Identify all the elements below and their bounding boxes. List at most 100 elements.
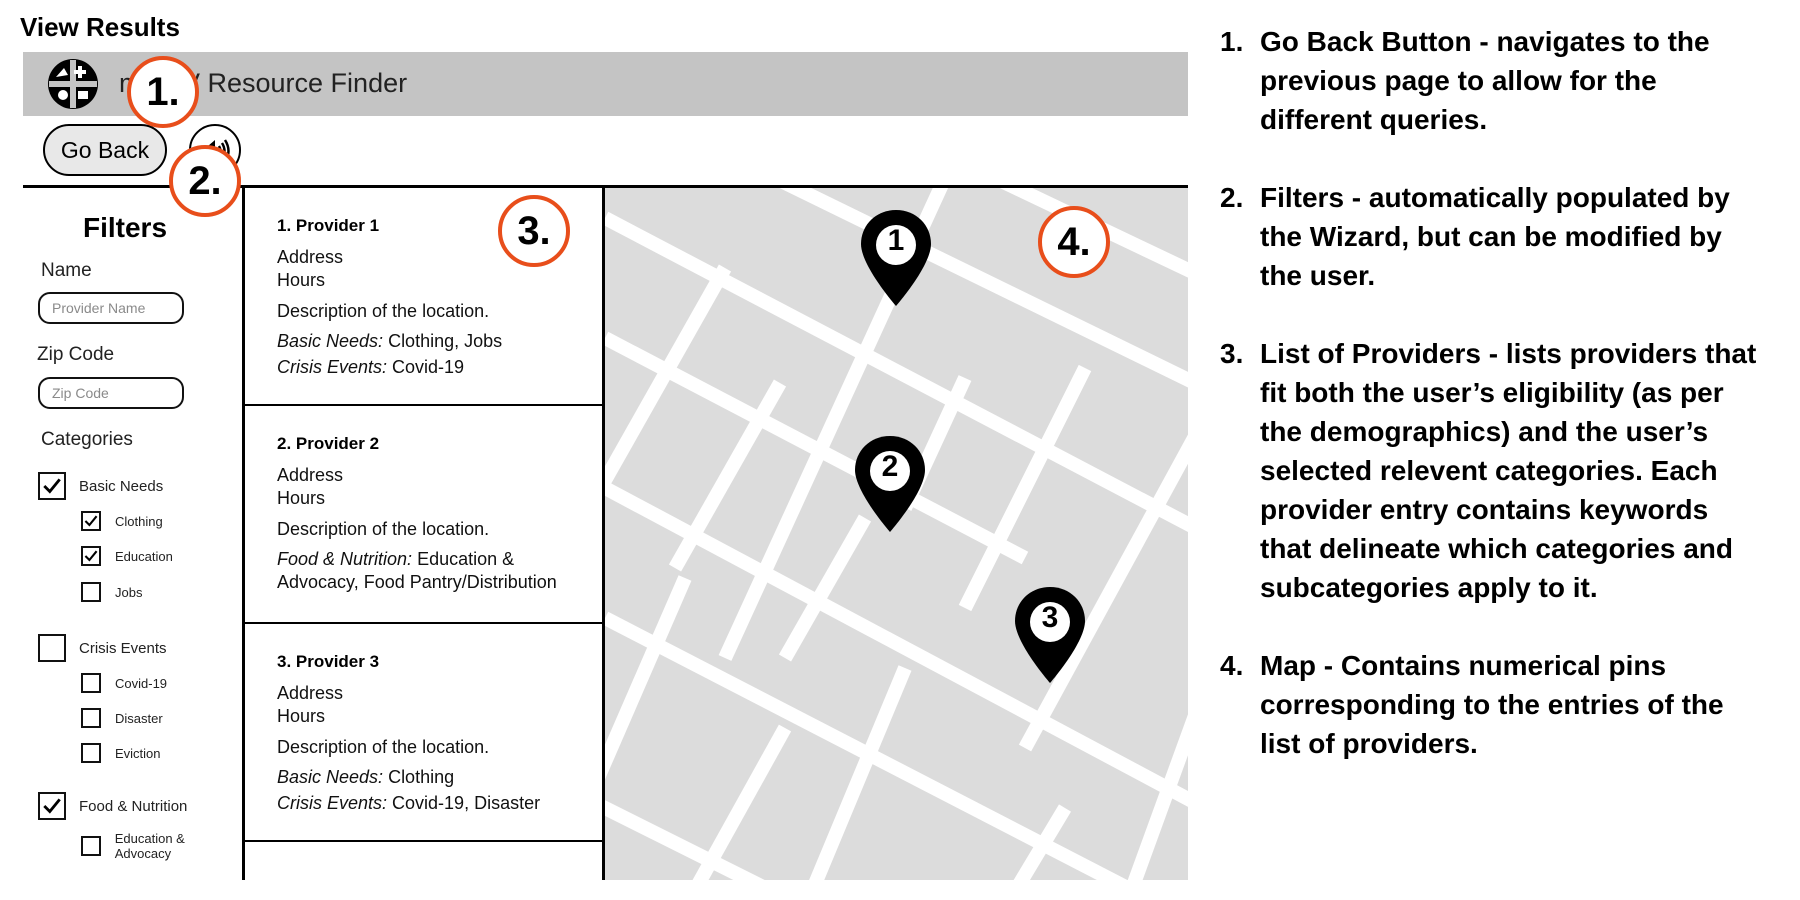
map-pin-3[interactable]: 3 — [1015, 587, 1085, 688]
checkbox-label: Eviction — [115, 745, 161, 761]
provider-tags-line: Food & Nutrition: Education & — [277, 549, 514, 570]
annotation-item: 3. List of Providers - lists providers t… — [1220, 334, 1790, 607]
callout-3: 3. — [498, 195, 570, 267]
annotation-item: 1. Go Back Button - navigates to the pre… — [1220, 22, 1790, 139]
checkmark-icon — [83, 513, 99, 529]
provider-address: Address — [277, 683, 344, 703]
tag-values: Covid-19, Disaster — [387, 793, 541, 813]
checkbox-label: Clothing — [115, 513, 163, 529]
checkbox-label: Education — [115, 548, 173, 564]
filters-title: Filters — [83, 212, 168, 243]
subcategory-clothing[interactable]: Clothing — [81, 511, 163, 531]
checkbox-label: Education & Advocacy — [114, 831, 185, 861]
callout-1: 1. — [127, 56, 199, 128]
pin-number: 3 — [1041, 601, 1059, 634]
tag-values: Covid-19 — [387, 357, 465, 377]
provider-address: Address — [277, 465, 344, 485]
checkbox[interactable] — [81, 836, 101, 856]
provider-entry-2[interactable]: 2. Provider 2 Address Hours Description … — [245, 406, 602, 624]
name-label: Name — [41, 260, 92, 281]
annotation-item: 4. Map - Contains numerical pins corresp… — [1220, 646, 1790, 763]
zip-code-input[interactable] — [38, 377, 184, 409]
logo-icon — [47, 58, 99, 110]
checkbox[interactable] — [81, 546, 101, 566]
provider-tags-line: Basic Needs: Clothing, Jobs — [277, 331, 502, 352]
tag-category: Basic Needs: — [277, 767, 384, 787]
app-mockup: myHIV Resource Finder Go Back Filters Na… — [23, 52, 1188, 880]
checkbox[interactable] — [38, 472, 66, 500]
provider-name: 2. Provider 2 — [277, 434, 380, 453]
checkbox[interactable] — [81, 582, 101, 602]
subcategory-education[interactable]: Education — [81, 546, 173, 566]
tag-category: Crisis Events: — [277, 357, 388, 377]
provider-entry-3[interactable]: 3. Provider 3 Address Hours Description … — [245, 624, 602, 842]
category-basic-needs[interactable]: Basic Needs — [38, 472, 163, 500]
category-food-nutrition[interactable]: Food & Nutrition — [38, 792, 187, 820]
provider-tags-line: Advocacy, Food Pantry/Distribution — [277, 572, 557, 593]
checkbox-label: Disaster — [115, 710, 163, 726]
provider-name-input[interactable] — [38, 292, 184, 324]
subcategory-education-advocacy[interactable]: Education & Advocacy — [81, 831, 242, 861]
checkbox[interactable] — [81, 673, 101, 693]
map-pin-2[interactable]: 2 — [855, 436, 925, 537]
annotation-number: 3. — [1220, 338, 1244, 369]
provider-name: 3. Provider 3 — [277, 652, 380, 671]
annotation-number: 4. — [1220, 650, 1244, 681]
provider-name: 1. Provider 1 — [277, 216, 380, 235]
pin-number: 1 — [887, 224, 905, 257]
go-back-button[interactable]: Go Back — [43, 124, 167, 176]
categories-label: Categories — [41, 429, 133, 450]
subcategory-jobs[interactable]: Jobs — [81, 582, 142, 602]
provider-description: Description of the location. — [277, 301, 490, 321]
map-pin-1[interactable]: 1 — [861, 210, 931, 311]
checkbox[interactable] — [81, 743, 101, 763]
provider-tags-line: Crisis Events: Covid-19, Disaster — [277, 793, 540, 814]
annotation-text: Filters - automatically populated by the… — [1260, 182, 1730, 291]
provider-address: Address — [277, 247, 344, 267]
annotation-item: 2. Filters - automatically populated by … — [1220, 178, 1790, 295]
checkmark-icon — [41, 795, 63, 817]
annotation-text: List of Providers - lists providers that… — [1260, 338, 1757, 603]
checkbox[interactable] — [38, 792, 66, 820]
tag-values: Education & — [412, 549, 515, 569]
tag-values: Clothing — [383, 767, 455, 787]
callout-2: 2. — [169, 145, 241, 217]
checkbox-label: Food & Nutrition — [79, 797, 188, 815]
annotation-text: Map - Contains numerical pins correspond… — [1260, 650, 1724, 759]
page-heading: View Results — [20, 12, 180, 42]
tag-category: Basic Needs: — [277, 331, 384, 351]
pin-number: 2 — [881, 450, 899, 483]
annotation-text: Go Back Button - navigates to the previo… — [1260, 26, 1710, 135]
checkbox[interactable] — [81, 708, 101, 728]
tag-values: Clothing, Jobs — [383, 331, 503, 351]
tag-category: Food & Nutrition: — [277, 549, 413, 569]
annotation-number: 1. — [1220, 26, 1244, 57]
provider-description: Description of the location. — [277, 737, 490, 757]
zip-code-label: Zip Code — [37, 344, 115, 365]
provider-hours: Hours — [277, 706, 326, 726]
checkmark-icon — [41, 475, 63, 497]
subcategory-eviction[interactable]: Eviction — [81, 743, 161, 763]
tag-category: Crisis Events: — [277, 793, 388, 813]
checkbox-label: Covid-19 — [115, 675, 168, 691]
provider-hours: Hours — [277, 270, 326, 290]
subcategory-disaster[interactable]: Disaster — [81, 708, 163, 728]
checkbox-label: Jobs — [115, 584, 143, 600]
provider-description: Description of the location. — [277, 519, 490, 539]
checkbox[interactable] — [81, 511, 101, 531]
checkbox-label: Crisis Events — [79, 639, 167, 657]
subcategory-covid-19[interactable]: Covid-19 — [81, 673, 167, 693]
checkbox[interactable] — [38, 634, 66, 662]
annotation-number: 2. — [1220, 182, 1244, 213]
annotation-list: 1. Go Back Button - navigates to the pre… — [1220, 22, 1790, 802]
category-crisis-events[interactable]: Crisis Events — [38, 634, 167, 662]
provider-hours: Hours — [277, 488, 326, 508]
checkmark-icon — [83, 548, 99, 564]
tag-values: Advocacy, Food Pantry/Distribution — [277, 572, 557, 592]
provider-tags-line: Basic Needs: Clothing — [277, 767, 454, 788]
providers-list: 1. Provider 1 Address Hours Description … — [245, 188, 605, 880]
checkbox-label: Basic Needs — [79, 477, 164, 495]
provider-tags-line: Crisis Events: Covid-19 — [277, 357, 464, 378]
callout-4: 4. — [1038, 206, 1110, 278]
filters-panel: Filters Name Zip Code Categories Basic N… — [23, 188, 245, 880]
